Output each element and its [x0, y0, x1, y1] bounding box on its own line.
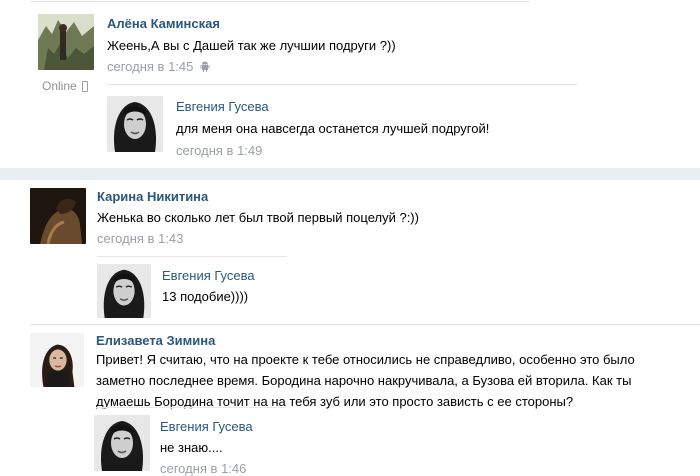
avatar-karina[interactable] — [30, 188, 86, 244]
comment-text: Привет! Я считаю, что на проекте к тебе … — [96, 352, 635, 409]
reply-author[interactable]: Евгения Гусева — [176, 99, 269, 114]
reply-divider — [107, 84, 577, 85]
card-gutter — [0, 168, 700, 180]
online-status: Online — [42, 79, 89, 93]
avatar-alena[interactable] — [38, 14, 94, 70]
avatar-evgeniya[interactable] — [97, 264, 151, 318]
thread-divider — [30, 324, 700, 325]
reply-date[interactable]: сегодня в 1:49 — [176, 143, 262, 158]
reply-author[interactable]: Евгения Гусева — [160, 419, 253, 434]
avatar-elizaveta[interactable] — [30, 333, 84, 387]
reply-text: для меня она навсегда останется лучшей п… — [176, 121, 490, 136]
top-divider — [30, 1, 530, 2]
comment-text: Женька во сколько лет был твой первый по… — [97, 210, 419, 225]
comment-author[interactable]: Алёна Каминская — [107, 16, 220, 31]
comment-date[interactable]: сегодня в 1:43 — [97, 231, 183, 246]
comment-author[interactable]: Елизавета Зимина — [96, 333, 215, 348]
comment-date[interactable]: сегодня в 1:45 — [107, 59, 210, 74]
avatar-evgeniya[interactable] — [107, 96, 163, 152]
reply-text: 13 подобие)))) — [162, 289, 249, 304]
comment-author[interactable]: Карина Никитина — [97, 189, 208, 204]
reply-date[interactable]: сегодня в 1:46 — [160, 461, 246, 476]
android-icon — [200, 61, 210, 72]
reply-text: не знаю.... — [160, 440, 223, 455]
reply-divider — [97, 256, 287, 257]
comment-text: Жеень,А вы с Дашей так же лучшии подруги… — [107, 38, 396, 53]
mobile-phone-icon — [82, 81, 89, 92]
avatar-evgeniya[interactable] — [94, 415, 150, 471]
reply-divider — [96, 407, 286, 408]
reply-author[interactable]: Евгения Гусева — [162, 268, 255, 283]
